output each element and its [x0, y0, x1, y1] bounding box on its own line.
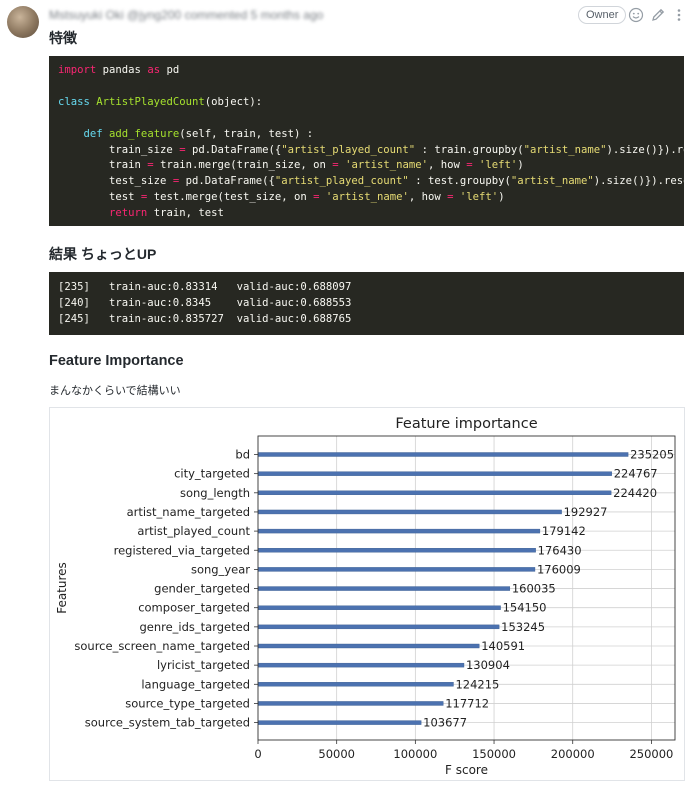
x-tick-label: 150000: [472, 747, 516, 761]
x-tick-label: 50000: [318, 747, 355, 761]
result-line: [235] train-auc:0.83314 valid-auc:0.6880…: [58, 281, 352, 293]
y-tick-label: composer_targeted: [138, 601, 250, 615]
chart-svg: Feature importance 0 50000 100000 150000 2000…: [55, 416, 676, 777]
x-axis-label: F score: [445, 763, 488, 777]
bar: [257, 471, 612, 476]
result-line: [245] train-auc:0.835727 valid-auc:0.688…: [58, 312, 352, 325]
bar-value-label: 176430: [538, 543, 582, 557]
kebab-icon[interactable]: [671, 7, 687, 23]
y-tick-label: song_length: [180, 486, 250, 500]
features-heading: 特徴: [49, 30, 77, 46]
owner-badge: Owner: [578, 6, 627, 24]
y-tick-label: source_screen_name_targeted: [74, 639, 250, 653]
bar-value-label: 179142: [542, 524, 586, 538]
bar-value-label: 160035: [512, 582, 556, 596]
bar-value-label: 224420: [613, 486, 657, 500]
bar: [257, 528, 541, 534]
bar-value-label: 103677: [423, 716, 467, 730]
y-tick-label: genre_ids_targeted: [139, 620, 250, 634]
result-heading: 結果 ちょっとUP: [49, 246, 157, 262]
bar-value-label: 192927: [564, 505, 608, 519]
pencil-icon[interactable]: [650, 7, 666, 23]
y-tick-label: language_targeted: [141, 677, 250, 691]
y-tick-label: city_targeted: [174, 467, 250, 481]
comment-author-line[interactable]: Mstsuyuki Oki @jyng200 commented 5 month…: [49, 8, 323, 22]
feature-importance-chart: Feature importance 0 50000 100000 150000 2000…: [49, 407, 685, 781]
code-line: train = train.merge(train_size, on = 'ar…: [58, 159, 524, 172]
bar: [257, 662, 465, 668]
bar: [257, 624, 500, 630]
y-tick-label: gender_targeted: [154, 582, 250, 596]
code-line: return train, test: [109, 207, 224, 220]
y-tick-label: artist_played_count: [137, 524, 250, 538]
comment-header: Mstsuyuki Oki @jyng200 commented 5 month…: [49, 6, 687, 26]
y-tick-label: source_type_targeted: [125, 696, 250, 710]
bar: [257, 701, 444, 706]
code-line: test_size = pd.DataFrame({"artist_played…: [58, 175, 684, 188]
x-tick-label: 100000: [393, 747, 437, 761]
bar-value-label: 235205: [630, 448, 674, 462]
x-tick-label: 250000: [629, 747, 673, 761]
bar-value-label: 117712: [445, 696, 489, 710]
bar: [257, 682, 454, 687]
bar-value-label: 224767: [614, 467, 658, 481]
bar: [257, 643, 480, 649]
bar-value-label: 154150: [503, 601, 547, 615]
bar: [257, 452, 629, 457]
bar-value-label: 130904: [466, 658, 510, 672]
y-tick-label: song_year: [191, 562, 250, 576]
result-line: [240] train-auc:0.8345 valid-auc:0.68855…: [58, 296, 352, 309]
code-text: import pandas as pd class ArtistPlayedCo…: [49, 63, 684, 222]
code-line: import pandas as pd: [58, 64, 180, 76]
bar: [257, 605, 501, 610]
bar: [257, 586, 511, 591]
y-tick-label: source_system_tab_targeted: [85, 716, 250, 730]
bar-value-label: 153245: [501, 620, 545, 634]
bar-value-label: 176009: [537, 562, 581, 576]
y-axis-label: Features: [55, 562, 69, 614]
y-tick-label: registered_via_targeted: [114, 543, 250, 557]
y-tick-label: bd: [235, 448, 250, 462]
result-text: [235] train-auc:0.83314 valid-auc:0.6880…: [49, 280, 684, 328]
chart-title: Feature importance: [395, 416, 537, 432]
bar-value-label: 140591: [481, 639, 525, 653]
bar: [257, 720, 422, 725]
x-tick-label: 200000: [551, 747, 595, 761]
avatar[interactable]: [7, 6, 39, 38]
code-block: import pandas as pd class ArtistPlayedCo…: [49, 56, 684, 226]
importance-description: まんなかくらいで結構いい: [49, 385, 181, 397]
smiley-icon[interactable]: [628, 7, 644, 23]
bar-value-label: 124215: [455, 677, 499, 691]
code-line: train_size = pd.DataFrame({"artist_playe…: [58, 143, 684, 156]
code-line: class ArtistPlayedCount(object):: [58, 95, 263, 108]
bar: [257, 548, 536, 553]
bar: [257, 509, 562, 515]
bar: [257, 567, 536, 572]
bar: [257, 490, 612, 496]
y-tick-label: artist_name_targeted: [127, 505, 250, 519]
code-line: def add_feature(self, train, test) :: [83, 127, 314, 140]
y-tick-label: lyricist_targeted: [157, 658, 250, 672]
code-line: test = test.merge(test_size, on = 'artis…: [58, 191, 505, 204]
importance-heading: Feature Importance: [49, 353, 184, 369]
x-tick-label: 0: [254, 747, 261, 761]
result-block: [235] train-auc:0.83314 valid-auc:0.6880…: [49, 272, 684, 335]
